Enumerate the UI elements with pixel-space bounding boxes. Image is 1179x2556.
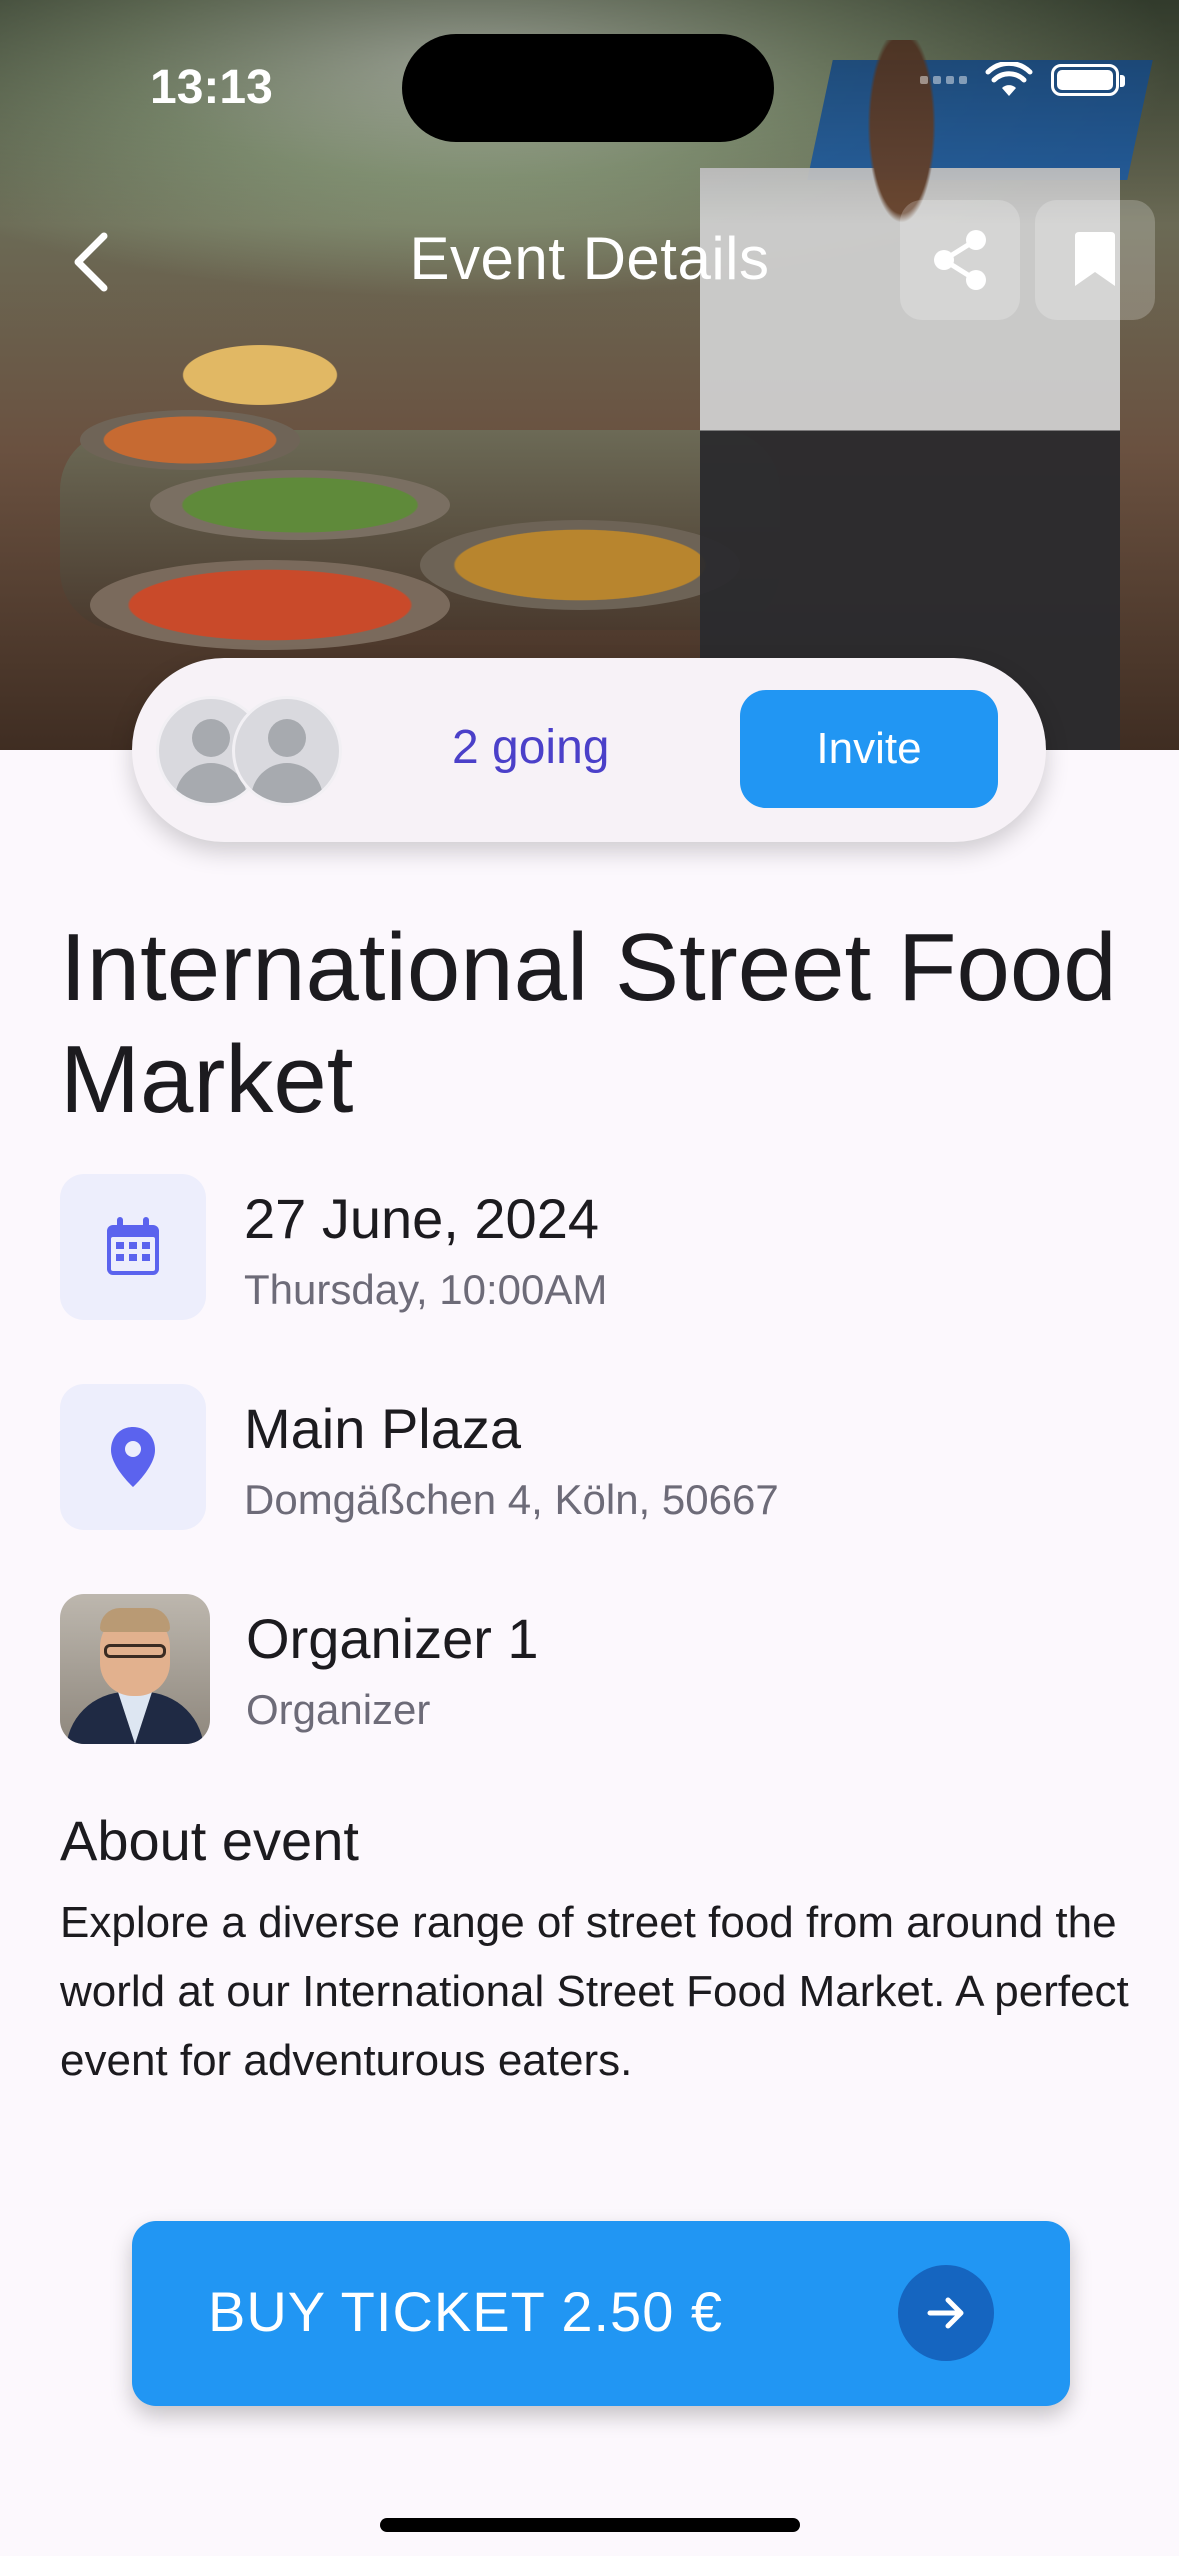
app-bar: Event Details [0,200,1179,320]
dynamic-island [402,34,774,142]
event-date: 27 June, 2024 [244,1187,599,1250]
buy-ticket-label: BUY TICKET 2.50 € [208,2280,724,2343]
calendar-icon-box [60,1174,206,1320]
about-heading: About event [60,1809,359,1872]
location-icon-box [60,1384,206,1530]
attendees-card: 2 going Invite [132,658,1046,842]
organizer-name: Organizer 1 [246,1607,539,1670]
wifi-icon [985,62,1033,96]
share-button[interactable] [900,200,1020,320]
event-venue: Main Plaza [244,1397,522,1460]
buy-ticket-button[interactable]: BUY TICKET 2.50 € [132,2221,1070,2406]
event-day-time: Thursday, 10:00AM [244,1266,608,1313]
share-icon [934,230,986,290]
home-indicator[interactable] [380,2518,800,2532]
status-icons [920,62,1125,98]
attendee-avatar [232,696,342,806]
arrow-right-icon [927,2297,964,2329]
event-title: International Street Food Market [60,914,1117,1133]
going-count[interactable]: 2 going [452,720,609,775]
arrow-circle [898,2265,994,2361]
about-description: Explore a diverse range of street food f… [60,1898,1129,2085]
event-address: Domgäßchen 4, Köln, 50667 [244,1476,779,1523]
status-time: 13:13 [150,61,273,114]
organizer-role: Organizer [246,1686,431,1733]
battery-icon [1051,64,1125,96]
organizer-avatar [60,1594,210,1744]
bookmark-button[interactable] [1035,200,1155,320]
cellular-signal-icon [920,76,967,84]
location-pin-icon [111,1427,155,1487]
invite-button[interactable]: Invite [740,690,998,808]
bookmark-icon [1075,232,1115,286]
calendar-icon [107,1217,159,1275]
